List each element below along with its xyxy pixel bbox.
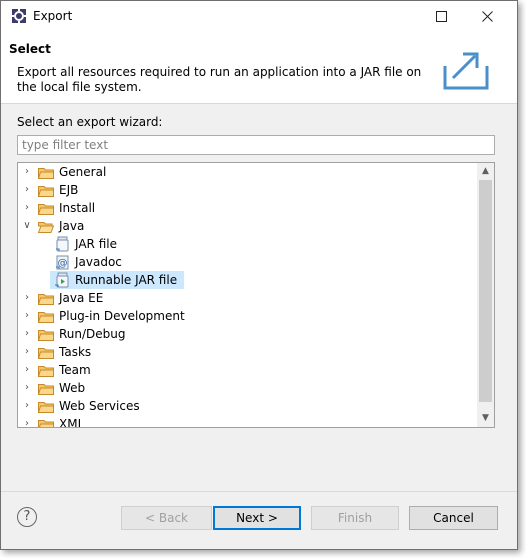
button-bar-separator [1,491,517,492]
title-bar: Export [1,1,517,32]
tree-item-plug-in-development[interactable]: › Plug-in Development [18,307,478,325]
chevron-right-icon[interactable]: › [22,199,32,217]
tree-item-web-services[interactable]: › Web Services [18,397,478,415]
window-title: Export [33,9,73,23]
wizard-header: Select Export all resources required to … [1,32,517,104]
scroll-down-icon[interactable]: ▼ [477,410,494,427]
folder-icon [37,400,54,413]
tree-item-label: JAR file [75,237,117,251]
close-icon [481,10,493,22]
tree-item-label: Web [59,381,86,395]
tree-item-label: Team [59,363,91,377]
page-description: Export all resources required to run an … [17,65,422,94]
chevron-down-icon[interactable]: ∨ [22,217,32,235]
folder-icon [37,202,54,215]
next-button[interactable]: Next > [213,506,301,530]
tree-item-runnable-jar-file[interactable]: Runnable JAR file [50,271,184,289]
close-button[interactable] [465,1,509,32]
tree-item-label: Runnable JAR file [75,273,178,287]
chevron-right-icon[interactable]: › [22,415,32,427]
chevron-right-icon[interactable]: › [22,181,32,199]
folder-icon [38,418,54,427]
scroll-thumb[interactable] [479,180,492,402]
folder-open-icon [37,220,55,233]
maximize-button[interactable] [419,1,463,32]
runnable-jar-icon [54,272,70,288]
tree-item-xml[interactable]: › XML [18,415,478,428]
tree-item-javadoc[interactable]: @ Javadoc [18,253,478,271]
page-title: Select [9,42,51,56]
scroll-up-icon[interactable]: ▲ [477,163,494,180]
tree-item-run-debug[interactable]: › Run/Debug [18,325,478,343]
tree-item-label: Plug-in Development [59,309,185,323]
folder-icon [37,184,54,197]
tree-item-install[interactable]: › Install [18,199,478,217]
chevron-right-icon[interactable]: › [22,307,32,325]
tree-item-label: Java [59,219,85,233]
tree-item-jar-file[interactable]: JAR file [18,235,478,253]
chevron-right-icon[interactable]: › [22,289,32,307]
chevron-right-icon[interactable]: › [22,397,32,415]
help-icon[interactable]: ? [17,507,37,527]
filter-input[interactable] [17,135,495,155]
folder-icon [37,292,54,305]
back-button[interactable]: < Back [121,506,212,530]
cancel-button[interactable]: Cancel [409,506,498,530]
folder-icon [37,310,54,323]
wizard-tree[interactable]: › XML › Web Services › Web › Team › Tasks › Run/Deb… [17,162,495,428]
jar-icon [54,236,70,252]
folder-icon [37,346,54,359]
tree-item-label: Tasks [59,345,92,359]
tree-item-team[interactable]: › Team [18,361,478,379]
chevron-right-icon[interactable]: › [22,163,32,181]
chevron-right-icon[interactable]: › [22,325,32,343]
chevron-right-icon[interactable]: › [22,379,32,397]
tree-item-ejb[interactable]: › EJB [18,181,478,199]
folder-icon [37,328,54,341]
folder-icon [37,364,54,377]
export-dialog: Export Select Export all resources requi… [0,0,518,550]
chevron-right-icon[interactable]: › [22,343,32,361]
tree-item-label: XML [59,417,85,428]
tree-item-label: Javadoc [75,255,122,269]
export-arrow-icon [443,52,489,90]
eclipse-gear-icon [11,8,27,24]
finish-button[interactable]: Finish [311,506,399,530]
javadoc-icon: @ [54,254,70,270]
tree-item-java-ee[interactable]: › Java EE [18,289,478,307]
tree-item-tasks[interactable]: › Tasks [18,343,478,361]
chevron-right-icon[interactable]: › [22,361,32,379]
tree-item-general[interactable]: › General [18,163,478,181]
vertical-scrollbar[interactable]: ▲ ▼ [477,163,494,427]
tree-item-java[interactable]: ∨ Java [18,217,478,235]
tree-item-label: EJB [59,183,79,197]
tree-item-label: General [59,165,107,179]
tree-item-label: Run/Debug [59,327,126,341]
tree-item-label: Java EE [59,291,104,305]
tree-item-label: Install [59,201,96,215]
folder-icon [37,166,54,179]
wizard-list-label: Select an export wizard: [17,115,163,129]
tree-item-label: Web Services [59,399,140,413]
folder-icon [37,382,54,395]
maximize-icon [435,10,447,22]
tree-item-web[interactable]: › Web [18,379,478,397]
